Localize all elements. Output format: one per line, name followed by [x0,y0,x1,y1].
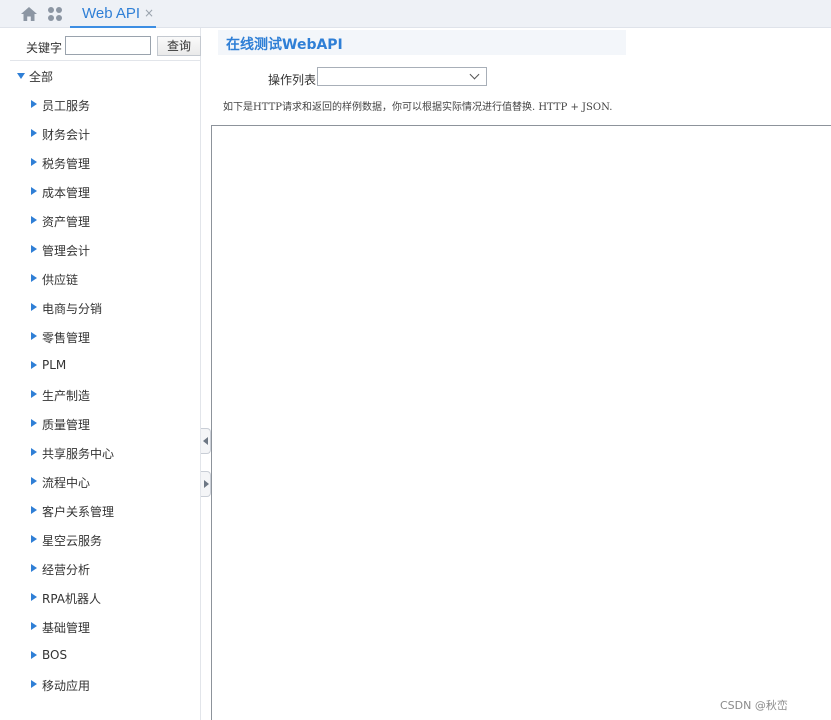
sidebar: 关键字 查询 全部 员工服务 财务会计 税务管理 成本管理 资产管理 管理会计 … [10,28,201,720]
tree-item[interactable]: 员工服务 [30,96,190,114]
tree-root-label: 全部 [29,70,54,84]
tree-item[interactable]: 管理会计 [30,241,190,259]
main-title-bar: 在线测试WebAPI [218,30,626,55]
caret-right-icon [31,129,37,137]
tree-item-label: 零售管理 [42,331,91,345]
hint-text: 如下是HTTP请求和返回的样例数据，你可以根据实际情况进行值替换. HTTP +… [223,102,613,113]
caret-right-icon [31,216,37,224]
tree-item-label: 成本管理 [42,186,91,200]
tab-web-api[interactable]: Web API × [70,0,156,28]
operation-list-label: 操作列表 [268,73,317,87]
caret-down-icon [17,73,25,79]
caret-right-icon [31,390,37,398]
expand-sidebar-button[interactable] [201,471,211,497]
caret-right-icon [31,506,37,514]
caret-right-icon [31,564,37,572]
caret-right-icon [31,651,37,659]
chevron-right-icon [204,480,209,488]
collapse-sidebar-button[interactable] [201,428,211,454]
caret-right-icon [31,274,37,282]
tree-item[interactable]: 星空云服务 [30,531,190,549]
tree-item[interactable]: 资产管理 [30,212,190,230]
apps-grid-icon[interactable] [47,6,63,22]
tree-item-label: 供应链 [42,273,79,287]
tree-item[interactable]: 移动应用 [30,676,190,694]
tree-item[interactable]: 质量管理 [30,415,190,433]
operation-list-select[interactable] [317,67,487,86]
tree-item[interactable]: 税务管理 [30,154,190,172]
tree-item[interactable]: 客户关系管理 [30,502,190,520]
caret-right-icon [31,477,37,485]
tree-item-label: 基础管理 [42,621,91,635]
tree-item[interactable]: 生产制造 [30,386,190,404]
tree-item[interactable]: RPA机器人 [30,589,190,607]
tree-item-label: 质量管理 [42,418,91,432]
tree-item-label: 员工服务 [42,99,91,113]
caret-right-icon [31,593,37,601]
chevron-down-icon [469,69,480,80]
tree-item[interactable]: 共享服务中心 [30,444,190,462]
tree-item-label: 客户关系管理 [42,505,115,519]
tree-item[interactable]: 财务会计 [30,125,190,143]
tab-label: Web API [82,5,141,22]
tree-item[interactable]: 电商与分销 [30,299,190,317]
caret-right-icon [31,448,37,456]
caret-right-icon [31,100,37,108]
search-button[interactable]: 查询 [157,36,201,56]
tree-item[interactable]: 成本管理 [30,183,190,201]
tree-item-label: 共享服务中心 [42,447,115,461]
keyword-label: 关键字 [26,41,63,55]
caret-right-icon [31,158,37,166]
watermark: CSDN @秋峦 [720,699,788,712]
tree-item-label: PLM [42,358,67,372]
tree-item[interactable]: 零售管理 [30,328,190,346]
tree-item[interactable]: 流程中心 [30,473,190,491]
tree-item-label: 管理会计 [42,244,91,258]
caret-right-icon [31,680,37,688]
tree-item-label: 星空云服务 [42,534,103,548]
tab-close-icon[interactable]: × [144,7,154,19]
chevron-left-icon [203,437,208,445]
tree-item-label: 流程中心 [42,476,91,490]
caret-right-icon [31,187,37,195]
keyword-input[interactable] [65,36,151,55]
caret-right-icon [31,332,37,340]
caret-right-icon [31,245,37,253]
tree-item-label: 经营分析 [42,563,91,577]
tree-item-label: 移动应用 [42,679,91,693]
tree-item[interactable]: 供应链 [30,270,190,288]
page-title: 在线测试WebAPI [226,37,343,53]
tree-item-label: BOS [42,648,68,662]
caret-right-icon [31,303,37,311]
caret-right-icon [31,535,37,543]
tree-item-label: 资产管理 [42,215,91,229]
tree-item-label: RPA机器人 [42,592,102,606]
sidebar-search-row: 关键字 查询 [10,28,201,61]
caret-right-icon [31,361,37,369]
tree-item[interactable]: BOS [30,647,190,665]
home-icon[interactable] [20,6,38,22]
tree-item-label: 电商与分销 [42,302,103,316]
tree-item[interactable]: PLM [30,357,190,375]
tree-item-label: 财务会计 [42,128,91,142]
tree-item[interactable]: 基础管理 [30,618,190,636]
caret-right-icon [31,622,37,630]
top-tab-bar: Web API × [0,0,831,28]
tree-item[interactable]: 经营分析 [30,560,190,578]
tree-item-label: 税务管理 [42,157,91,171]
tree-item-label: 生产制造 [42,389,91,403]
caret-right-icon [31,419,37,427]
request-response-area[interactable] [211,125,831,720]
